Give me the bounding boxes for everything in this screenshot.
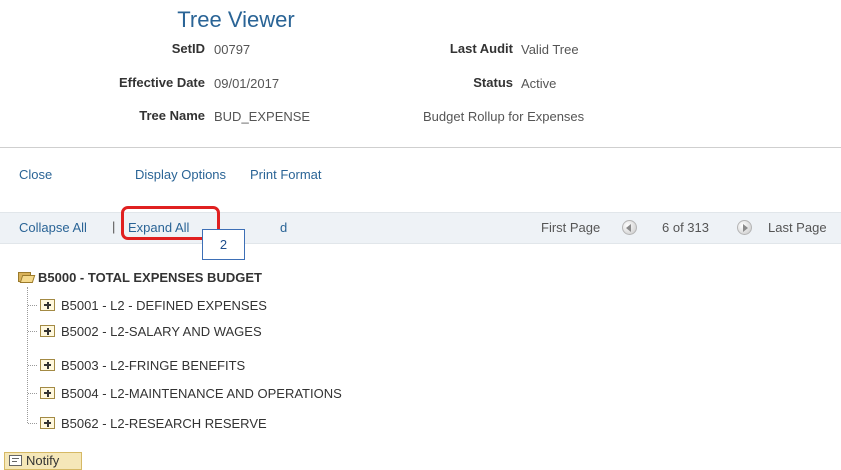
tree-node-label: B5062 - L2-RESEARCH RESERVE: [61, 416, 267, 431]
tree-branch-line: [28, 423, 37, 425]
notify-icon: [9, 455, 22, 466]
tree-node[interactable]: B5062 - L2-RESEARCH RESERVE: [40, 416, 267, 431]
open-folder-icon: [18, 271, 36, 283]
close-link[interactable]: Close: [19, 167, 52, 182]
tree-node-label: B5002 - L2-SALARY AND WAGES: [61, 324, 262, 339]
display-options-link[interactable]: Display Options: [135, 167, 226, 182]
tree-node-label: B5004 - L2-MAINTENANCE AND OPERATIONS: [61, 386, 342, 401]
divider: [0, 147, 841, 148]
arrow-left-icon: [622, 220, 637, 236]
tree-node[interactable]: B5004 - L2-MAINTENANCE AND OPERATIONS: [40, 386, 342, 401]
tree-node[interactable]: B5002 - L2-SALARY AND WAGES: [40, 324, 262, 339]
find-link-partial[interactable]: d: [280, 220, 287, 235]
page-title: Tree Viewer: [177, 7, 295, 32]
tree-branch-line: [28, 305, 37, 307]
tree-branch-line: [28, 365, 37, 367]
tree-node-label: B5001 - L2 - DEFINED EXPENSES: [61, 298, 267, 313]
notify-button[interactable]: Notify: [4, 452, 82, 470]
print-format-link[interactable]: Print Format: [250, 167, 322, 182]
tree-name-label: Tree Name: [139, 108, 205, 123]
previous-page-button[interactable]: [622, 219, 637, 237]
effective-date-value: 09/01/2017: [214, 76, 280, 91]
expand-plus-icon[interactable]: [40, 359, 55, 371]
status-label: Status: [473, 75, 513, 90]
last-page-label[interactable]: Last Page: [768, 220, 827, 235]
last-audit-label: Last Audit: [449, 41, 513, 56]
arrow-right-icon: [737, 220, 752, 236]
expand-plus-icon[interactable]: [40, 299, 55, 311]
tree-description: Budget Rollup for Expenses: [423, 109, 585, 124]
toolbar-separator: |: [112, 219, 116, 234]
tree-root-label: B5000 - TOTAL EXPENSES BUDGET: [38, 270, 262, 285]
tree-branch-line: [28, 393, 37, 395]
expand-plus-icon[interactable]: [40, 387, 55, 399]
first-page-label[interactable]: First Page: [541, 220, 600, 235]
setid-label: SetID: [171, 41, 205, 56]
status-value: Active: [521, 76, 557, 91]
setid-value: 00797: [214, 42, 251, 57]
expand-plus-icon[interactable]: [40, 325, 55, 337]
last-audit-value: Valid Tree: [521, 42, 579, 57]
tree-connector-line: [27, 287, 29, 423]
tree-root-node[interactable]: B5000 - TOTAL EXPENSES BUDGET: [18, 270, 262, 285]
collapse-all-link[interactable]: Collapse All: [19, 220, 87, 235]
tree-name-value: BUD_EXPENSE: [214, 109, 311, 124]
notify-label: Notify: [26, 453, 60, 468]
tree-node[interactable]: B5003 - L2-FRINGE BENEFITS: [40, 358, 245, 373]
step-callout: 2: [202, 229, 245, 260]
tree-node[interactable]: B5001 - L2 - DEFINED EXPENSES: [40, 298, 267, 313]
tree-node-label: B5003 - L2-FRINGE BENEFITS: [61, 358, 246, 373]
page-counter: 6 of 313: [662, 220, 709, 235]
effective-date-label: Effective Date: [119, 75, 205, 90]
expand-plus-icon[interactable]: [40, 417, 55, 429]
tree-branch-line: [28, 331, 37, 333]
next-page-button[interactable]: [737, 219, 752, 237]
